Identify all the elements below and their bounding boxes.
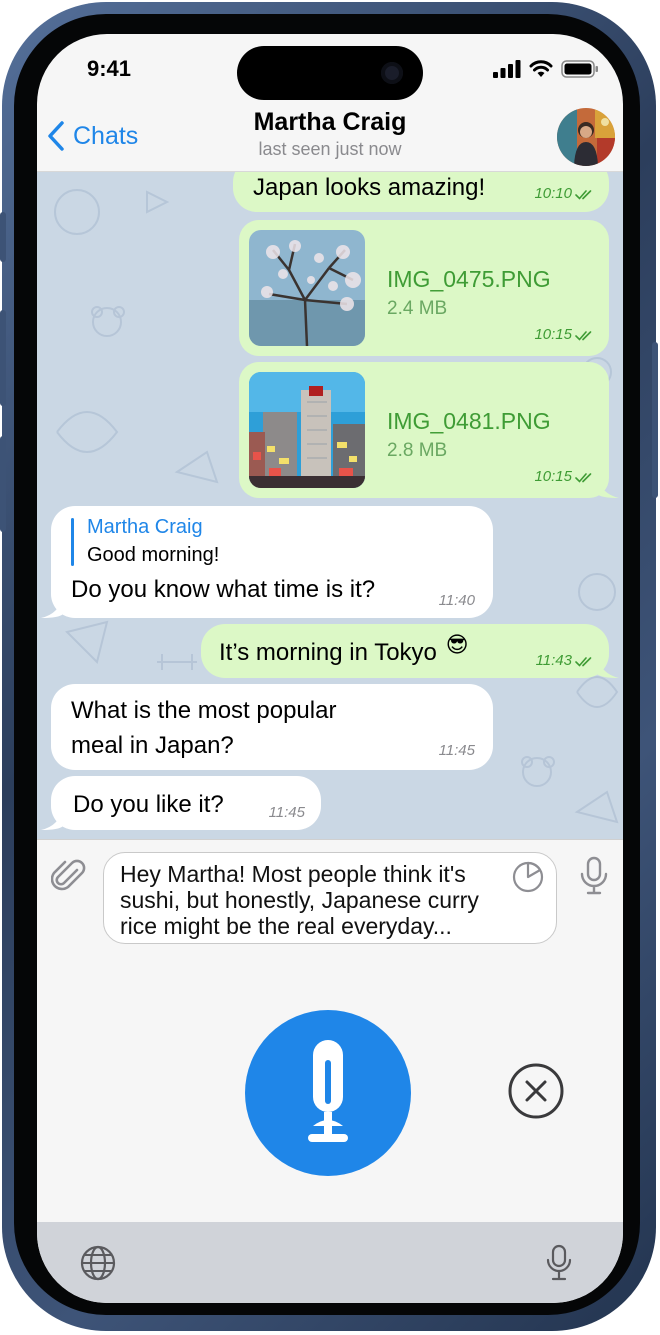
double-check-icon — [575, 189, 592, 200]
bubble-tail — [41, 596, 63, 618]
status-time: 9:41 — [87, 56, 132, 81]
message-text-line2: meal in Japan? — [71, 732, 234, 759]
message-text: Do you know what time is it? — [71, 576, 376, 603]
avatar[interactable] — [557, 108, 615, 166]
signal-icon — [493, 60, 521, 78]
emoji: 😎 — [445, 632, 469, 657]
message-text: Japan looks amazing! — [253, 174, 486, 201]
message-time: 11:45 — [438, 742, 475, 759]
message-meta: 11:43 — [536, 652, 595, 669]
composer-area: Hey Martha! Most people think it's sushi… — [37, 839, 623, 1222]
message-input-line1: Hey Martha! Most people think it's — [120, 861, 466, 887]
file-name: IMG_0481.PNG — [387, 408, 551, 434]
reply-author: Martha Craig — [87, 516, 203, 538]
voice-dictation-button[interactable] — [245, 1010, 411, 1176]
microphone-icon — [308, 1040, 348, 1142]
message-meta: 10:15 — [534, 468, 595, 485]
reply-indicator — [71, 518, 74, 566]
file-message-bubble[interactable]: IMG_0475.PNG 2.4 MB 10:15 — [239, 220, 609, 356]
wifi-icon — [529, 60, 553, 77]
message-bubble-incoming[interactable]: What is the most popular meal in Japan? … — [51, 684, 493, 770]
bubble-tail — [597, 476, 619, 498]
globe-icon[interactable] — [79, 1244, 117, 1282]
contact-info[interactable]: Martha Craig last seen just now — [37, 108, 623, 160]
close-circle-icon[interactable] — [507, 1062, 565, 1120]
message-text-line1: What is the most popular — [71, 697, 337, 724]
message-time: 11:40 — [438, 592, 475, 609]
chat-area: Japan looks amazing! 10:10 IMG_0475.PNG … — [37, 172, 623, 839]
double-check-icon — [575, 330, 592, 341]
message-time: 10:10 — [534, 185, 572, 202]
volume-up-button — [0, 310, 6, 406]
message-text-wrap: It’s morning in Tokyo 😎 — [219, 632, 469, 667]
contact-name: Martha Craig — [253, 108, 407, 136]
message-bubble-incoming[interactable]: Martha Craig Good morning! Do you know w… — [51, 506, 493, 618]
status-bar: 9:41 — [37, 34, 623, 106]
status-icons — [493, 60, 599, 78]
file-message-bubble[interactable]: IMG_0481.PNG 2.8 MB 10:15 — [239, 362, 609, 498]
message-meta: 10:15 — [534, 326, 595, 343]
microphone-icon[interactable] — [579, 856, 609, 896]
file-size: 2.8 MB — [387, 440, 448, 461]
double-check-icon — [575, 656, 592, 667]
microphone-icon[interactable] — [545, 1244, 573, 1282]
file-name: IMG_0475.PNG — [387, 266, 551, 292]
image-thumbnail[interactable] — [249, 372, 365, 488]
message-time: 11:43 — [535, 652, 572, 669]
message-text: It’s morning in Tokyo — [219, 639, 437, 666]
message-time: 10:15 — [534, 326, 572, 343]
dynamic-island — [237, 46, 423, 100]
message-time: 11:45 — [268, 804, 305, 821]
message-input[interactable]: Hey Martha! Most people think it's sushi… — [103, 852, 557, 944]
mute-switch — [0, 212, 6, 262]
bubble-tail — [597, 656, 619, 678]
reply-text: Good morning! — [87, 544, 220, 566]
message-input-line2: sushi, but honestly, Japanese curry — [120, 887, 479, 913]
battery-icon — [561, 60, 598, 78]
chat-header: Chats Martha Craig last seen just now — [37, 106, 623, 172]
paperclip-icon[interactable] — [51, 856, 87, 896]
bubble-tail — [41, 808, 63, 830]
volume-down-button — [0, 436, 6, 532]
message-input-line3: rice might be the real everyday... — [120, 913, 452, 939]
image-thumbnail[interactable] — [249, 230, 365, 346]
message-meta: 10:10 — [534, 185, 595, 202]
keyboard-bar — [37, 1222, 623, 1303]
camera-icon — [381, 62, 403, 84]
pie-timer-icon[interactable] — [511, 860, 545, 894]
message-bubble-incoming[interactable]: Do you like it? 11:45 — [51, 776, 321, 830]
contact-status: last seen just now — [258, 139, 402, 159]
file-size: 2.4 MB — [387, 298, 448, 319]
message-bubble-outgoing[interactable]: Japan looks amazing! 10:10 — [233, 172, 609, 212]
message-bubble-outgoing[interactable]: It’s morning in Tokyo 😎 11:43 — [201, 624, 609, 678]
double-check-icon — [575, 472, 592, 483]
message-text: Do you like it? — [73, 791, 224, 818]
power-button — [652, 342, 658, 498]
message-time: 10:15 — [534, 468, 572, 485]
screen: 9:41 Chats Martha Craig last seen just n… — [37, 34, 623, 1303]
